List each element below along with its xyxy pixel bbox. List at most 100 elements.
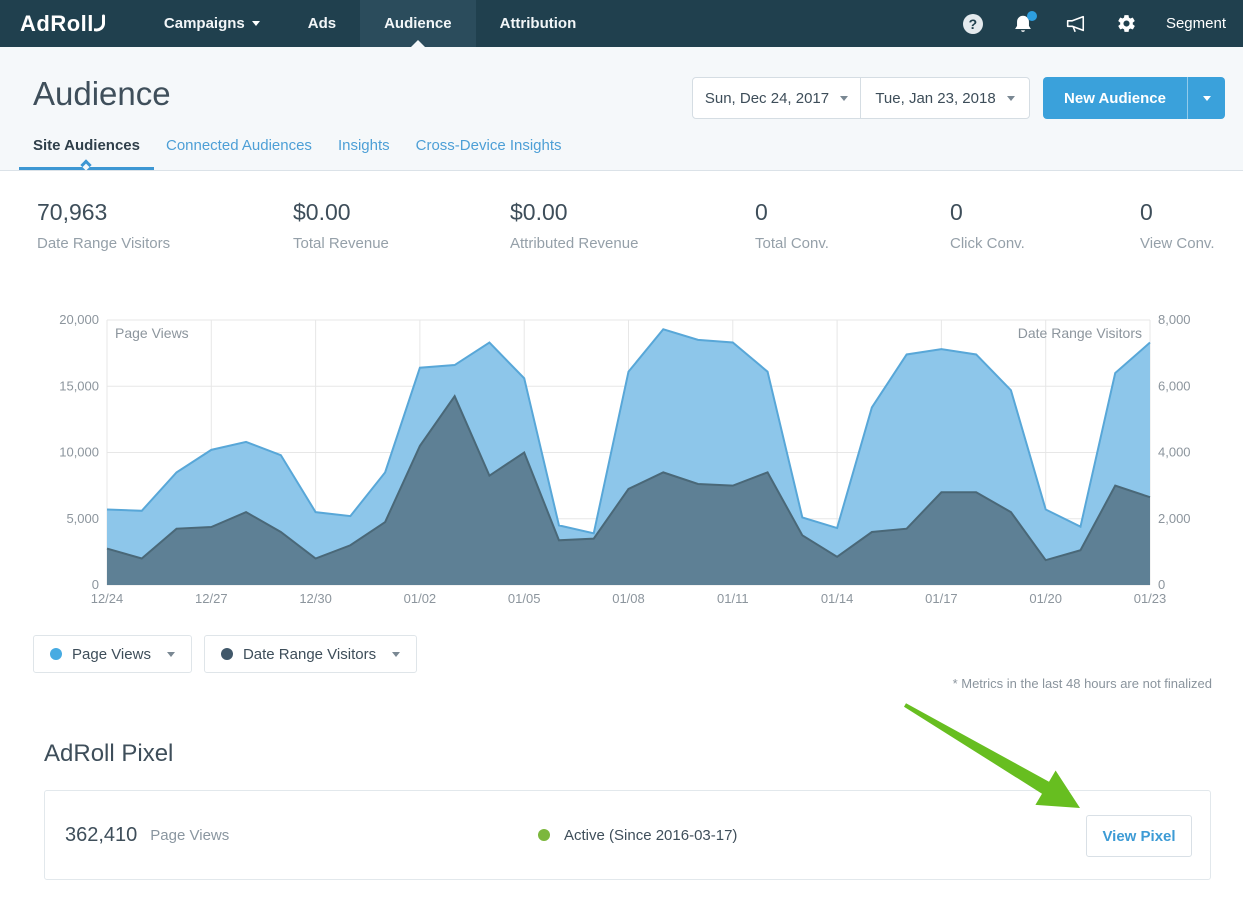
tab-label: Site Audiences bbox=[33, 137, 140, 154]
notifications-bell-icon[interactable] bbox=[1012, 13, 1034, 35]
svg-text:6,000: 6,000 bbox=[1158, 378, 1191, 393]
new-audience-button[interactable]: New Audience bbox=[1043, 77, 1187, 119]
svg-text:15,000: 15,000 bbox=[59, 378, 99, 393]
svg-text:01/23: 01/23 bbox=[1134, 591, 1167, 606]
metrics-note: * Metrics in the last 48 hours are not f… bbox=[953, 676, 1212, 691]
svg-text:2,000: 2,000 bbox=[1158, 511, 1191, 526]
active-tab-peak bbox=[81, 159, 92, 170]
tab-label: Connected Audiences bbox=[166, 137, 312, 154]
svg-text:0: 0 bbox=[1158, 577, 1165, 592]
stat-value: $0.00 bbox=[293, 199, 389, 226]
svg-text:8,000: 8,000 bbox=[1158, 313, 1191, 327]
announcements-megaphone-icon[interactable] bbox=[1063, 13, 1087, 35]
nav-item-attribution[interactable]: Attribution bbox=[476, 0, 601, 47]
pixel-status: Active (Since 2016-03-17) bbox=[538, 827, 737, 844]
stat-value: 0 bbox=[1140, 199, 1214, 226]
audience-tabs: Site Audiences Connected Audiences Insig… bbox=[33, 137, 562, 170]
legend-label: Date Range Visitors bbox=[243, 646, 376, 663]
page-title: Audience bbox=[33, 75, 171, 113]
stat-value: 70,963 bbox=[37, 199, 170, 226]
stat-attributed-revenue: $0.00 Attributed Revenue bbox=[510, 199, 638, 252]
traffic-chart: 0 0 5,000 2,000 10,000 4,000 15,000 6,000 20,000… bbox=[0, 313, 1243, 613]
svg-text:4,000: 4,000 bbox=[1158, 445, 1191, 460]
svg-text:01/20: 01/20 bbox=[1029, 591, 1062, 606]
start-date-value: Sun, Dec 24, 2017 bbox=[705, 90, 829, 107]
tab-cross-device-insights[interactable]: Cross-Device Insights bbox=[416, 137, 562, 170]
nav-item-label: Ads bbox=[308, 15, 336, 32]
chart-legend: Page Views Date Range Visitors bbox=[33, 635, 417, 673]
end-date-dropdown[interactable]: Tue, Jan 23, 2018 bbox=[861, 78, 1029, 118]
chevron-down-icon bbox=[392, 652, 400, 657]
nav-item-campaigns[interactable]: Campaigns bbox=[140, 0, 284, 47]
status-active-dot bbox=[538, 829, 550, 841]
new-audience-dropdown-toggle[interactable] bbox=[1187, 77, 1225, 119]
legend-page-views-dropdown[interactable]: Page Views bbox=[33, 635, 192, 673]
svg-text:10,000: 10,000 bbox=[59, 445, 99, 460]
stat-total-revenue: $0.00 Total Revenue bbox=[293, 199, 389, 252]
svg-text:0: 0 bbox=[92, 577, 99, 592]
chevron-down-icon bbox=[167, 652, 175, 657]
nav-item-label: Attribution bbox=[500, 15, 577, 32]
svg-text:12/24: 12/24 bbox=[91, 591, 124, 606]
pixel-card: 362,410 Page Views Active (Since 2016-03… bbox=[44, 790, 1211, 880]
notification-badge bbox=[1027, 11, 1037, 21]
stat-label: Click Conv. bbox=[950, 235, 1025, 252]
account-menu[interactable]: Segment bbox=[1166, 15, 1226, 32]
svg-text:Date Range Visitors: Date Range Visitors bbox=[1018, 325, 1142, 341]
gear-glyph bbox=[1116, 13, 1137, 34]
stat-click-conv: 0 Click Conv. bbox=[950, 199, 1025, 252]
adroll-logo[interactable]: AdRoll bbox=[20, 11, 106, 37]
svg-text:01/05: 01/05 bbox=[508, 591, 541, 606]
svg-text:12/30: 12/30 bbox=[299, 591, 332, 606]
tab-insights[interactable]: Insights bbox=[338, 137, 390, 170]
chevron-down-icon bbox=[1007, 96, 1015, 101]
stat-label: View Conv. bbox=[1140, 235, 1214, 252]
nav-utilities: ? Segment bbox=[963, 13, 1243, 35]
svg-text:01/14: 01/14 bbox=[821, 591, 854, 606]
svg-text:Page Views: Page Views bbox=[115, 325, 189, 341]
nav-item-label: Campaigns bbox=[164, 15, 245, 32]
stat-label: Total Conv. bbox=[755, 235, 829, 252]
legend-date-range-visitors-dropdown[interactable]: Date Range Visitors bbox=[204, 635, 417, 673]
view-pixel-button[interactable]: View Pixel bbox=[1086, 815, 1192, 857]
new-audience-split-button: New Audience bbox=[1043, 77, 1225, 119]
start-date-dropdown[interactable]: Sun, Dec 24, 2017 bbox=[693, 78, 861, 118]
stat-value: 0 bbox=[950, 199, 1025, 226]
tab-connected-audiences[interactable]: Connected Audiences bbox=[166, 137, 312, 170]
tab-site-audiences[interactable]: Site Audiences bbox=[33, 137, 140, 170]
chevron-down-icon bbox=[840, 96, 848, 101]
nav-item-audience[interactable]: Audience bbox=[360, 0, 476, 47]
settings-gear-icon[interactable] bbox=[1116, 13, 1137, 34]
chevron-down-icon bbox=[1203, 96, 1211, 101]
adroll-logo-curl-icon bbox=[94, 14, 106, 32]
date-range-picker: Sun, Dec 24, 2017 Tue, Jan 23, 2018 bbox=[692, 77, 1030, 119]
pixel-heading: AdRoll Pixel bbox=[44, 740, 173, 768]
summary-stats: 70,963 Date Range Visitors $0.00 Total R… bbox=[0, 199, 1243, 269]
svg-text:01/11: 01/11 bbox=[717, 591, 749, 606]
page-views-swatch bbox=[50, 648, 62, 660]
svg-text:12/27: 12/27 bbox=[195, 591, 228, 606]
stat-date-range-visitors: 70,963 Date Range Visitors bbox=[37, 199, 170, 252]
stat-label: Date Range Visitors bbox=[37, 235, 170, 252]
stat-view-conv: 0 View Conv. bbox=[1140, 199, 1214, 252]
chevron-down-icon bbox=[252, 21, 260, 26]
svg-text:20,000: 20,000 bbox=[59, 313, 99, 327]
stat-total-conv: 0 Total Conv. bbox=[755, 199, 829, 252]
nav-item-ads[interactable]: Ads bbox=[284, 0, 360, 47]
help-icon[interactable]: ? bbox=[963, 14, 983, 34]
stat-value: 0 bbox=[755, 199, 829, 226]
area-chart-canvas: 0 0 5,000 2,000 10,000 4,000 15,000 6,000 20,000… bbox=[0, 313, 1243, 613]
pixel-status-text: Active (Since 2016-03-17) bbox=[564, 827, 737, 844]
tab-label: Cross-Device Insights bbox=[416, 137, 562, 154]
date-range-visitors-swatch bbox=[221, 648, 233, 660]
stat-label: Attributed Revenue bbox=[510, 235, 638, 252]
top-nav: AdRoll Campaigns Ads Audience Attributio… bbox=[0, 0, 1243, 47]
active-tab-underline bbox=[19, 167, 154, 170]
tab-label: Insights bbox=[338, 137, 390, 154]
legend-label: Page Views bbox=[72, 646, 151, 663]
pixel-page-views-label: Page Views bbox=[150, 827, 229, 844]
svg-text:5,000: 5,000 bbox=[66, 511, 99, 526]
stat-value: $0.00 bbox=[510, 199, 638, 226]
primary-nav: Campaigns Ads Audience Attribution bbox=[140, 0, 600, 47]
nav-item-label: Audience bbox=[384, 15, 452, 32]
